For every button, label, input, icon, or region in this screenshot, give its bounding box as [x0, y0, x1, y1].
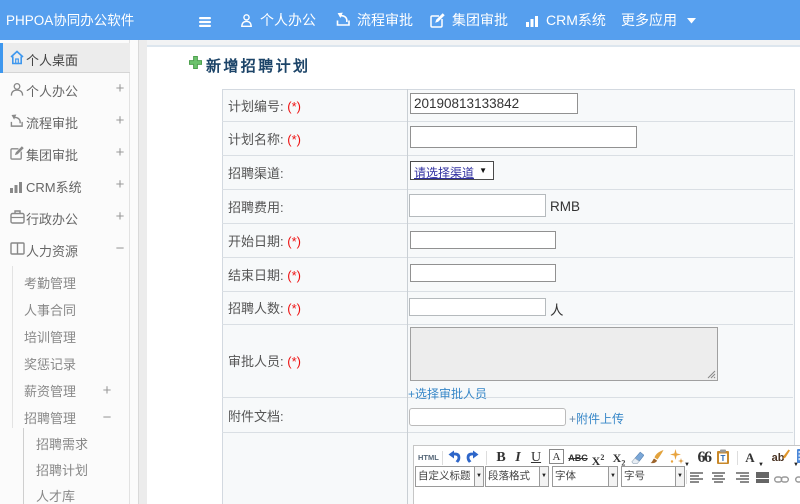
svg-text:T: T — [721, 454, 726, 463]
